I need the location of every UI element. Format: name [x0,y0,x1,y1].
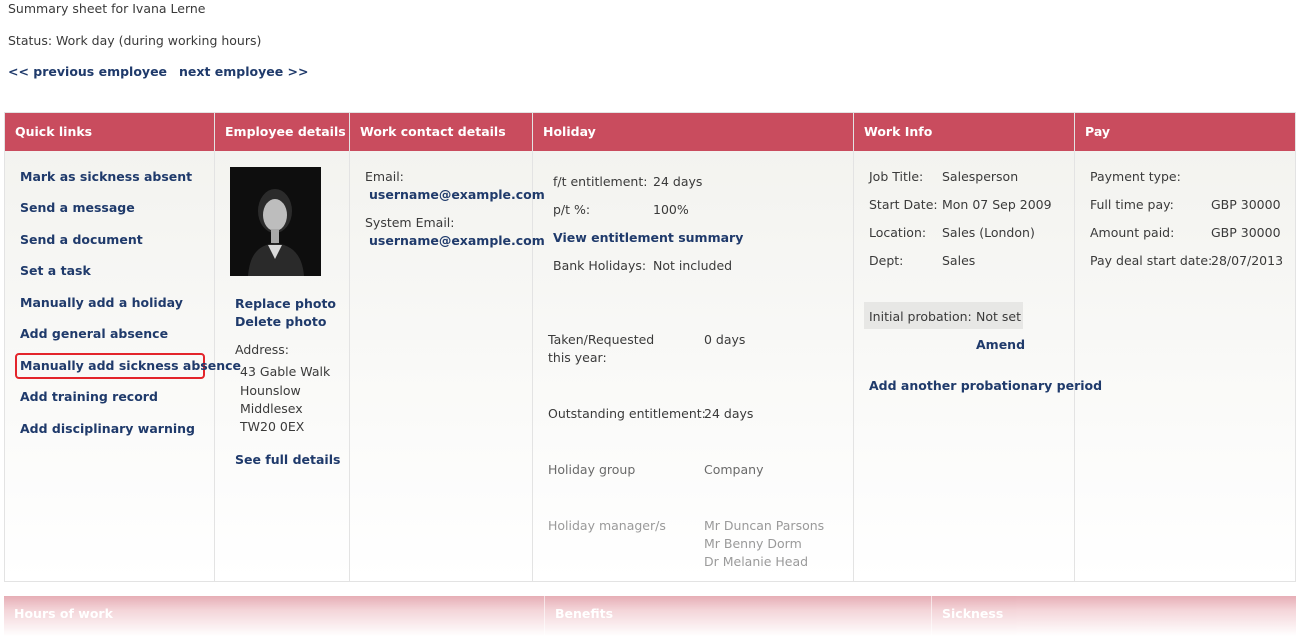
probation-label: Initial probation: [869,309,972,324]
quick-links-header: Quick links [5,113,214,151]
holiday-group-value: Company [704,462,764,477]
system-email-link[interactable]: username@example.com [369,233,545,248]
email-link[interactable]: username@example.com [369,187,545,202]
pt-percent-value: 100% [653,202,689,217]
employee-details-header: Employee details [215,113,349,151]
add-general-absence-link[interactable]: Add general absence [20,326,168,341]
holiday-header: Holiday [533,113,853,151]
bank-holidays-value: Not included [653,258,733,273]
location-label: Location: [869,225,927,240]
pay-deal-date-value: 28/07/2013 [1211,253,1284,268]
pay-deal-date-label: Pay deal start date: [1090,253,1213,268]
email-label: Email: [365,169,404,184]
pay-column: Pay Payment type: Full time pay: GBP 300… [1075,113,1295,581]
replace-photo-link[interactable]: Replace photo [235,296,336,311]
pt-percent-label: p/t %: [553,202,591,217]
employee-photo [230,167,321,276]
status-label: Status: [8,33,53,48]
address-label: Address: [235,342,289,357]
work-contact-column: Work contact details Email: username@exa… [350,113,545,581]
address-line: TW20 0EX [240,419,305,434]
system-email-label: System Email: [365,215,455,230]
start-date-value: Mon 07 Sep 2009 [942,197,1052,212]
holiday-group-label: Holiday group [548,462,636,477]
add-training-record-link[interactable]: Add training record [20,389,158,404]
outstanding-label: Outstanding entitlement: [548,406,706,421]
dept-label: Dept: [869,253,904,268]
holiday-managers-label: Holiday manager/s [548,518,666,533]
amend-probation-link[interactable]: Amend [976,337,1025,352]
mark-sickness-absent-link[interactable]: Mark as sickness absent [20,169,192,184]
probation-value: Not set [976,309,1021,324]
ft-entitlement-label: f/t entitlement: [553,174,648,189]
add-holiday-link[interactable]: Manually add a holiday [20,295,183,310]
bank-holidays-label: Bank Holidays: [553,258,647,273]
add-sickness-absence-link[interactable]: Manually add sickness absence [20,358,241,373]
start-date-label: Start Date: [869,197,938,212]
see-full-details-link[interactable]: See full details [235,452,340,467]
dept-value: Sales [942,253,976,268]
holiday-manager: Mr Benny Dorm [704,536,802,551]
outstanding-value: 24 days [704,406,754,421]
holiday-column: Holiday f/t entitlement: 24 days p/t %: … [533,113,854,581]
address-line: Middlesex [240,401,303,416]
payment-type-label: Payment type: [1090,169,1181,184]
amount-paid-value: GBP 30000 [1211,225,1281,240]
full-time-pay-label: Full time pay: [1090,197,1174,212]
next-employee-link[interactable]: next employee >> [179,64,309,79]
pay-header: Pay [1075,113,1295,151]
employee-nav: << previous employee next employee >> [8,64,317,79]
address-line: Hounslow [240,383,301,398]
full-time-pay-value: GBP 30000 [1211,197,1281,212]
taken-label: Taken/Requested [548,332,655,347]
add-disciplinary-warning-link[interactable]: Add disciplinary warning [20,421,195,436]
employee-details-column: Employee details Replace photo Delete ph… [215,113,350,581]
amount-paid-label: Amount paid: [1090,225,1175,240]
send-document-link[interactable]: Send a document [20,232,143,247]
work-info-header: Work Info [854,113,1074,151]
summary-panel: Quick links Mark as sickness absent Send… [4,112,1296,582]
work-info-column: Work Info Job Title: Salesperson Start D… [854,113,1102,581]
location-value: Sales (London) [942,225,1035,240]
taken-label-2: this year: [548,350,607,365]
job-title-value: Salesperson [942,169,1019,184]
page-title: Summary sheet for Ivana Lerne [8,1,206,16]
set-task-link[interactable]: Set a task [20,263,91,278]
address-line: 43 Gable Walk [240,364,331,379]
quick-links-column: Quick links Mark as sickness absent Send… [5,113,241,581]
view-entitlement-summary-link[interactable]: View entitlement summary [553,230,743,245]
holiday-manager: Mr Duncan Parsons [704,518,825,533]
ft-entitlement-value: 24 days [653,174,703,189]
person-photo-icon [230,167,321,276]
bottom-section-headers: Hours of work Benefits Sickness [4,596,1296,636]
benefits-header: Benefits [545,596,932,636]
holiday-manager: Dr Melanie Head [704,554,809,569]
previous-employee-link[interactable]: << previous employee [8,64,167,79]
taken-value: 0 days [704,332,746,347]
sickness-header: Sickness [942,606,1004,621]
job-title-label: Job Title: [869,169,924,184]
status-value: Work day (during working hours) [56,33,262,48]
send-message-link[interactable]: Send a message [20,200,135,215]
add-probation-link[interactable]: Add another probationary period [869,378,1102,393]
delete-photo-link[interactable]: Delete photo [235,314,326,329]
hours-of-work-header: Hours of work [4,596,545,636]
work-contact-header: Work contact details [350,113,532,151]
status-line: Status: Work day (during working hours) [8,33,261,48]
